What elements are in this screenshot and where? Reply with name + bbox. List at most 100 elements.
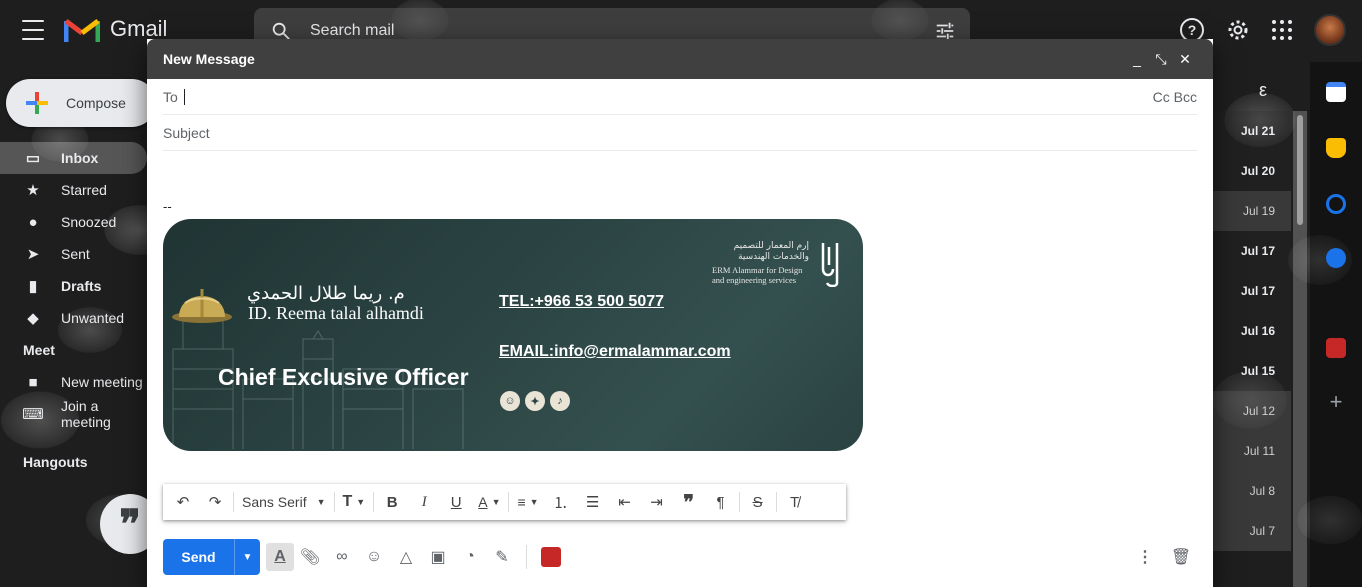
numbered-list-icon[interactable]: ⒈ [545,488,577,516]
dropdown-arrow-icon: ▼ [529,497,539,507]
email-row-date[interactable]: Jul 19 [1213,191,1291,231]
email-row-date[interactable]: Jul 17 [1213,231,1291,271]
new-meeting-link[interactable]: ■ New meeting [0,366,147,398]
company-name-english-line2: and engineering services [712,275,797,285]
align-left-icon: ≡ [517,494,526,510]
send-button-group: Send ▼ [163,539,260,575]
text-color-icon: A [478,494,488,510]
formatting-toolbar: ↶ ↷ Sans Serif ▼ T ▼ B I U A ▼ ≡ ▼ ⒈ ☰ ⇤… [163,484,846,520]
company-name-arabic-line1: إرم المعمار للتصميم [733,241,809,251]
sidebar-item-snoozed[interactable]: ● Snoozed [0,206,147,238]
subject-field[interactable]: Subject [163,115,1197,151]
star-icon: ★ [26,182,40,199]
indent-less-icon[interactable]: ⇤ [609,488,641,516]
snapchat-icon[interactable]: ☺ [500,391,520,411]
email-row-date[interactable]: Jul 8 [1213,471,1291,511]
signature-name-english: ID. Reema talal alhamdi [248,303,424,323]
email-row-date[interactable]: Jul 7 [1213,511,1291,551]
compose-header[interactable]: New Message _ ⤡ ✕ [147,39,1213,79]
settings-gear-icon[interactable] [1226,18,1250,42]
message-body[interactable]: -- م. ريما طلال الحمدي ID. Reema talal a… [147,151,1213,511]
confidential-mode-icon[interactable]: ◔ [454,541,486,573]
list-header-fragment: ε [1258,79,1267,100]
remove-formatting-icon[interactable]: T̸ [779,488,811,516]
full-screen-icon[interactable]: ⤡ [1149,51,1173,68]
keep-icon[interactable] [1326,138,1346,158]
addon-icon[interactable] [1326,338,1346,358]
google-drive-icon[interactable]: △ [390,541,422,573]
attach-file-icon[interactable]: 📎︎ [294,541,326,573]
join-meeting-link[interactable]: ⌨ Join a meeting [0,398,147,430]
undo-icon[interactable]: ↶ [167,488,199,516]
contacts-icon[interactable] [1326,248,1346,268]
compose-window: New Message _ ⤡ ✕ To Cc Bcc Subject -- م… [147,39,1213,587]
calendar-icon[interactable] [1326,82,1346,102]
bulleted-list-icon[interactable]: ☰ [577,488,609,516]
redo-icon[interactable]: ↷ [199,488,231,516]
font-family-value: Sans Serif [242,494,307,510]
sidebar-item-starred[interactable]: ★ Starred [0,174,147,206]
email-row-date[interactable]: Jul 17 [1213,271,1291,311]
scrollbar-thumb[interactable] [1297,115,1303,225]
sidebar-item-label: Unwanted [61,310,125,326]
minimize-icon[interactable]: _ [1125,51,1149,67]
text-color-select[interactable]: A ▼ [472,494,506,510]
indent-more-icon[interactable]: ⇥ [641,488,673,516]
email-row-date[interactable]: Jul 12 [1213,391,1291,431]
compose-button[interactable]: Compose [6,79,156,127]
tasks-icon[interactable] [1326,194,1346,214]
email-row-date[interactable]: Jul 20 [1213,151,1291,191]
signature-phone-link[interactable]: TEL:+966 53 500 5077 [499,293,664,311]
social-links: ☺ ✦ ♪ [500,391,570,411]
sidebar-item-inbox[interactable]: ▭ Inbox [0,142,147,174]
underline-icon[interactable]: U [440,488,472,516]
font-size-select[interactable]: T ▼ [337,493,372,511]
bold-icon[interactable]: B [376,488,408,516]
tiktok-icon[interactable]: ♪ [550,391,570,411]
sidebar-item-unwanted[interactable]: ◆ Unwanted [0,302,147,334]
formatting-options-icon[interactable]: A [266,543,294,571]
email-row-date[interactable]: Jul 16 [1213,311,1291,351]
more-options-icon[interactable]: ⋮ [1129,541,1161,573]
signature-email-link[interactable]: EMAIL:info@ermalammar.com [499,343,731,361]
hangouts-section-title: Hangouts [23,454,88,470]
to-field[interactable]: To Cc Bcc [163,79,1197,115]
subject-placeholder: Subject [163,124,210,141]
quote-icon[interactable]: ❞ [673,488,705,516]
sidebar-item-label: Sent [61,246,90,262]
email-list: Jul 21 Jul 20 Jul 19 Jul 17 Jul 17 Jul 16 Jul … [1213,111,1291,587]
insert-photo-icon[interactable]: ▣ [422,541,454,573]
account-avatar[interactable] [1314,14,1346,46]
italic-icon[interactable]: I [408,488,440,516]
twitter-icon[interactable]: ✦ [525,391,545,411]
inbox-icon: ▭ [25,150,41,167]
signature-role: Chief Exclusive Officer [218,364,469,390]
search-input[interactable] [310,22,870,40]
signature-pen-icon[interactable]: ✎ [486,541,518,573]
strikethrough-icon[interactable]: S [742,488,774,516]
sidebar-item-sent[interactable]: ➤ Sent [0,238,147,270]
sidebar-item-label: Inbox [61,150,99,166]
insert-link-icon[interactable]: ∞ [326,541,358,573]
email-row-date[interactable]: Jul 21 [1213,111,1291,151]
text-size-icon: T [342,493,353,510]
company-name-arabic-line2: والخدمات الهندسية [738,252,809,262]
close-icon[interactable]: ✕ [1173,51,1197,68]
align-select[interactable]: ≡ ▼ [511,494,544,510]
add-addon-icon[interactable]: + [1326,391,1346,413]
cc-bcc-link[interactable]: Cc Bcc [1153,89,1197,105]
email-row-date[interactable]: Jul 11 [1213,431,1291,471]
main-menu-icon[interactable] [22,20,44,40]
google-apps-icon[interactable] [1272,20,1292,40]
discard-draft-icon[interactable]: 🗑︎ [1165,541,1197,573]
signature-separator: -- [163,199,172,214]
side-panel-rail: + [1310,62,1362,587]
schedule-send-dropdown-icon[interactable]: ▼ [234,539,260,575]
email-row-date[interactable]: Jul 15 [1213,351,1291,391]
font-family-select[interactable]: Sans Serif ▼ [236,494,332,510]
sidebar-item-drafts[interactable]: ▮ Drafts [0,270,147,302]
rtl-icon[interactable]: ¶ [705,488,737,516]
emoji-icon[interactable]: ☺ [358,541,390,573]
send-button[interactable]: Send [163,539,234,575]
addon-compose-icon[interactable] [535,541,567,573]
